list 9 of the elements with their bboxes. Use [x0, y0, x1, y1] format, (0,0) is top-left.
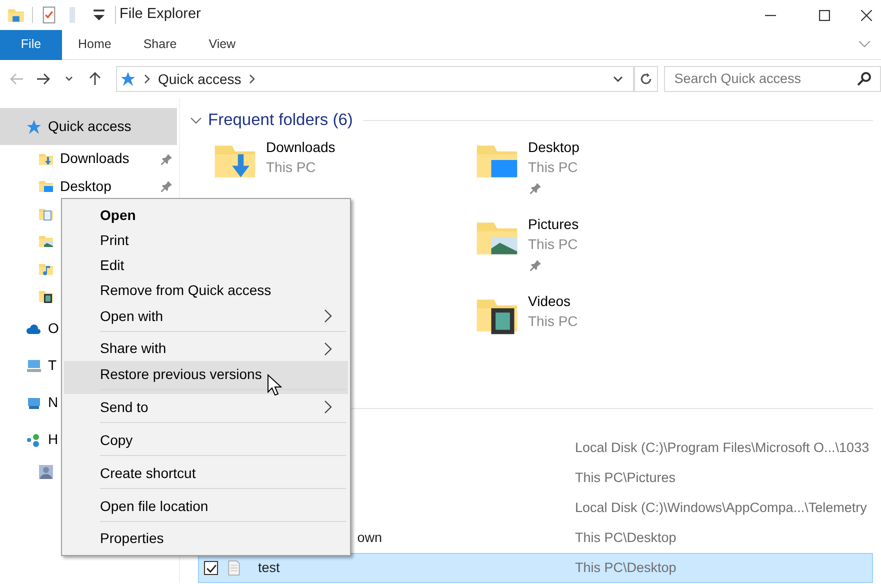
file-location: This PC\Pictures	[575, 468, 677, 487]
file-location: Local Disk (C:)\Windows\AppCompa...\Telemetry	[575, 498, 868, 517]
file-location: This PC\Desktop	[575, 558, 678, 577]
file-location: This PC\Desktop	[575, 528, 678, 547]
file-name: own	[357, 528, 382, 547]
window-title: File Explorer	[120, 5, 201, 24]
file-name: test	[258, 558, 280, 577]
file-location: Local Disk (C:)\Program Files\Microsoft O...\1033	[575, 438, 870, 457]
section-heading: Frequent folders (6)	[208, 110, 353, 131]
